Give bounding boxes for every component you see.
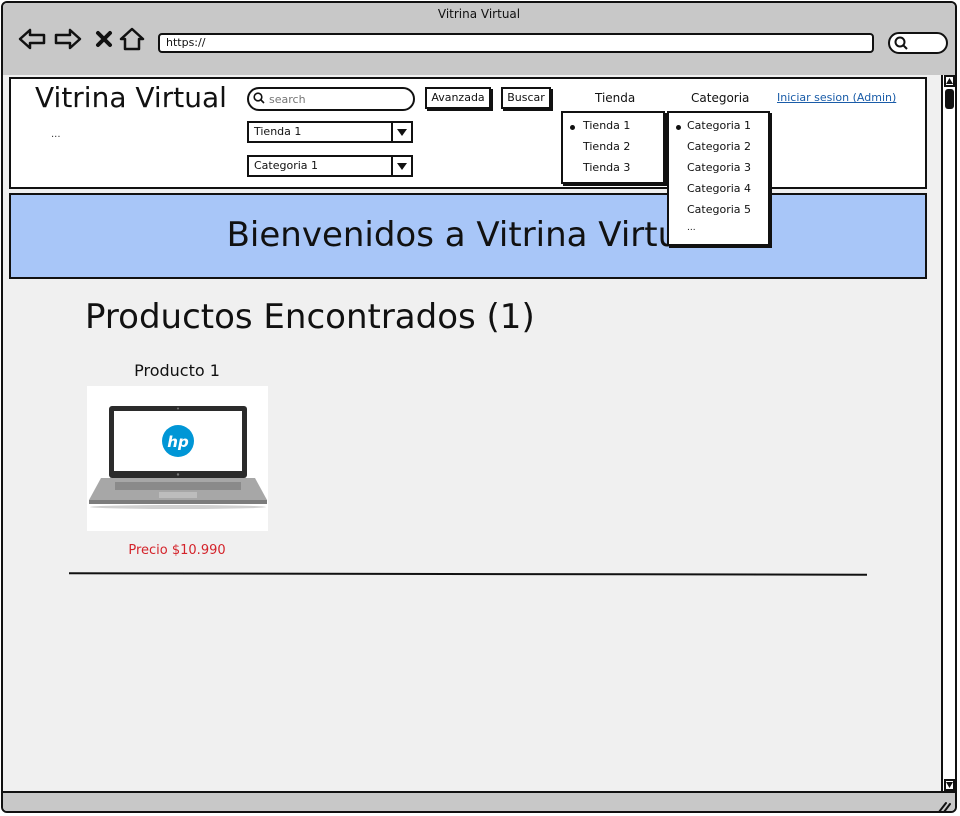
category-menu[interactable]: Categoria [691, 91, 749, 105]
product-image[interactable]: hp [87, 386, 268, 531]
browser-statusbar [3, 791, 955, 813]
search-icon [894, 36, 908, 50]
site-header: Vitrina Virtual ... Tienda 1 Categoria 1… [9, 77, 927, 189]
category-option-2[interactable]: Categoria 2 [669, 140, 786, 153]
banner-text: Bienvenidos a Vitrina Virtual [226, 215, 710, 255]
browser-titlebar: Vitrina Virtual https:// [3, 3, 955, 77]
category-option-4[interactable]: Categoria 4 [669, 182, 786, 195]
page-content: Vitrina Virtual ... Tienda 1 Categoria 1… [3, 75, 941, 791]
site-title: Vitrina Virtual [35, 81, 227, 114]
store-menu[interactable]: Tienda [595, 91, 635, 105]
category-option-1[interactable]: Categoria 1 [669, 119, 786, 132]
welcome-banner: Bienvenidos a Vitrina Virtual [9, 193, 927, 279]
results-title: Productos Encontrados (1) [85, 297, 535, 337]
search-button[interactable]: Buscar [501, 87, 551, 109]
scroll-up-button[interactable] [944, 75, 955, 87]
admin-login-link[interactable]: Iniciar sesion (Admin) [777, 91, 896, 104]
hp-logo-text: hp [167, 433, 189, 451]
store-select-value: Tienda 1 [254, 125, 302, 138]
product-name[interactable]: Producto 1 [87, 361, 267, 380]
back-arrow-icon[interactable] [17, 25, 47, 53]
chevron-down-icon[interactable] [391, 123, 411, 141]
resize-grip-icon[interactable] [937, 801, 951, 813]
category-select[interactable]: Categoria 1 [247, 155, 413, 177]
close-icon[interactable] [89, 25, 119, 53]
category-option-3[interactable]: Categoria 3 [669, 161, 786, 174]
scroll-down-button[interactable] [944, 779, 955, 791]
home-icon[interactable] [117, 25, 147, 53]
vertical-scrollbar[interactable] [941, 75, 955, 791]
store-option-2[interactable]: Tienda 2 [563, 140, 683, 153]
product-price: Precio $10.990 [128, 543, 226, 558]
scrollbar-thumb[interactable] [945, 89, 954, 109]
laptop-image: hp [89, 406, 267, 509]
advanced-search-button[interactable]: Avanzada [425, 87, 491, 109]
category-dropdown-menu: Categoria 1 Categoria 2 Categoria 3 Cate… [667, 111, 770, 246]
store-dropdown-menu: Tienda 1 Tienda 2 Tienda 3 [561, 111, 665, 184]
window-title: Vitrina Virtual [437, 7, 521, 21]
results-divider [68, 572, 868, 576]
category-select-value: Categoria 1 [254, 159, 319, 172]
site-subtitle: ... [51, 129, 61, 140]
browser-search-field[interactable] [888, 32, 948, 54]
category-option-5[interactable]: Categoria 5 [669, 203, 786, 216]
category-option-more[interactable]: ... [669, 223, 786, 233]
url-bar[interactable]: https:// [158, 33, 874, 53]
store-select[interactable]: Tienda 1 [247, 121, 413, 143]
forward-arrow-icon[interactable] [53, 25, 83, 53]
search-text-field[interactable] [269, 91, 407, 107]
store-option-3[interactable]: Tienda 3 [563, 161, 683, 174]
store-option-1[interactable]: Tienda 1 [563, 119, 683, 132]
search-icon [253, 92, 265, 104]
search-input[interactable] [247, 87, 415, 111]
chevron-down-icon[interactable] [391, 157, 411, 175]
browser-window: Vitrina Virtual https:// Vitrina Virtual… [1, 1, 957, 813]
